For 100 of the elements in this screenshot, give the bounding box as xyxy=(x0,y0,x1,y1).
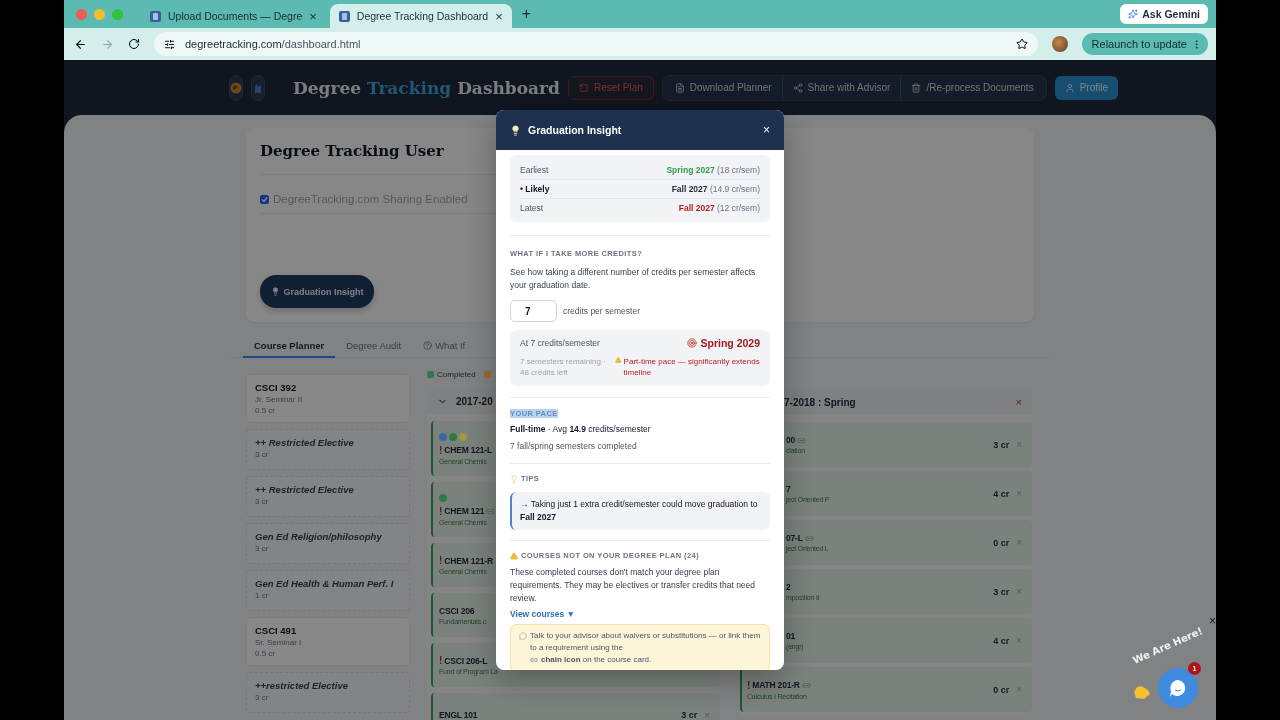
requirement-title: ++ Restricted Elective xyxy=(255,484,355,495)
semester-title: 2017-20 xyxy=(456,395,493,407)
warning-mark: ! xyxy=(439,655,443,666)
requirement-title: ++ Restricted Elective xyxy=(255,437,355,448)
toolbar-button[interactable]: Share with Advisor xyxy=(781,75,901,100)
tab[interactable]: Course Planner xyxy=(243,335,336,358)
toolbar-button[interactable]: Download Planner xyxy=(664,75,782,100)
app-title: Degree Tracking Dashboard xyxy=(293,77,560,98)
target-icon xyxy=(687,338,698,348)
course-code: CHEM 121 xyxy=(444,506,485,516)
trash-icon xyxy=(911,82,922,93)
estimate-label: Latest xyxy=(520,203,544,213)
profile-button[interactable]: Profile xyxy=(1054,75,1118,100)
course-code: CSCI 206-L xyxy=(444,655,488,666)
browser-tab[interactable]: Upload Documents — Degre × xyxy=(141,4,326,28)
forward-icon[interactable] xyxy=(101,37,114,51)
tab-title: Degree Tracking Dashboard xyxy=(356,10,489,22)
gemini-button[interactable]: Ask Gemini xyxy=(1120,4,1208,24)
close-tab-button[interactable]: × xyxy=(309,8,317,24)
close-tab-button[interactable]: × xyxy=(495,8,503,24)
course-code: MATH 201-R xyxy=(752,680,800,690)
graduation-insight-button[interactable]: Graduation Insight xyxy=(260,275,374,308)
estimate-value: Fall 2027 (12 cr/sem) xyxy=(678,203,760,213)
estimate-label: • Likely xyxy=(520,184,550,194)
estimate-label: Earliest xyxy=(520,164,549,175)
course-credits: 3 cr xyxy=(993,439,1010,450)
lightbulb-icon xyxy=(270,287,280,296)
view-courses-link[interactable]: View courses ▼ xyxy=(510,609,575,619)
lightbulb-icon xyxy=(510,474,518,483)
requirement-title: Gen Ed Health & Human Perf. I xyxy=(255,578,395,589)
document-icon xyxy=(674,82,685,93)
checkbox[interactable] xyxy=(260,194,269,204)
course-credits: 0 cr xyxy=(993,684,1010,695)
site-icon xyxy=(150,10,161,22)
site-icon xyxy=(338,10,350,22)
course-credits: 4 cr xyxy=(993,635,1010,646)
close-button[interactable]: × xyxy=(763,123,770,137)
warning-mark: ! xyxy=(439,555,443,566)
warning-icon xyxy=(615,356,622,364)
dialog-title: Graduation Insight xyxy=(528,124,622,136)
chat-icon xyxy=(1168,678,1188,698)
course-code: 7 xyxy=(786,484,791,494)
semester-title: 7-2018 : Spring xyxy=(784,396,856,408)
result-warning: Part-time pace — significantly extends timeline xyxy=(623,356,760,378)
requirement-title: Gen Ed Religion/philosophy xyxy=(255,531,383,542)
pace-summary: Full-time · Avg 14.9 credits/semester xyxy=(510,423,652,436)
warning-mark: ! xyxy=(439,505,443,517)
remove-button[interactable]: × xyxy=(1015,396,1022,408)
course-credits: 3 cr xyxy=(681,710,698,720)
star-icon[interactable] xyxy=(1015,38,1028,50)
reload-icon[interactable] xyxy=(128,38,140,50)
warning-icon xyxy=(510,551,518,560)
input-label: credits per semester xyxy=(563,306,640,316)
user-icon xyxy=(1064,82,1075,93)
course-credits: 0 cr xyxy=(993,537,1010,548)
address-field[interactable]: degreetracking.com/dashboard.html xyxy=(154,32,1038,56)
tab[interactable]: Degree Audit xyxy=(335,335,413,358)
course-code: CSCI 392 xyxy=(255,382,298,393)
course-code: 00 xyxy=(786,435,796,445)
result-details: 7 semesters remaining · 48 credits left xyxy=(520,356,607,378)
course-credits: 3 cr xyxy=(993,586,1010,597)
pace-detail: 7 fall/spring semesters completed xyxy=(510,440,638,453)
sparkle-icon xyxy=(1128,9,1139,19)
help-icon xyxy=(423,341,433,350)
speech-icon xyxy=(519,632,527,640)
browser-tab[interactable]: Degree Tracking Dashboard × xyxy=(329,4,512,28)
new-tab-button[interactable]: + xyxy=(521,5,532,23)
course-code: 07-L xyxy=(786,533,803,543)
close-button[interactable]: × xyxy=(1209,614,1216,628)
course-credits: 0.5 cr xyxy=(255,406,276,415)
logo-tile[interactable] xyxy=(251,74,265,101)
avatar[interactable] xyxy=(1051,36,1068,52)
tip-text: → Taking just 1 extra credit/semester could move graduation to Fall 2027 xyxy=(520,498,759,524)
section-text: These completed courses don't match your degree plan requirements. They may be electives or transfer credits that need review. xyxy=(510,566,757,605)
lightbulb-icon xyxy=(510,124,521,136)
course-code: CSCI 491 xyxy=(255,625,298,636)
toolbar-button[interactable]: /Re-process Documents xyxy=(900,75,1044,100)
relaunch-button[interactable]: Relaunch to update xyxy=(1081,33,1208,55)
course-code: CHEM 121-L xyxy=(444,445,492,455)
url-text: degreetracking.com/dashboard.html xyxy=(185,38,361,50)
share-icon xyxy=(792,82,803,93)
warning-mark: ! xyxy=(747,679,751,691)
waving-hand-icon xyxy=(1132,684,1152,700)
back-icon[interactable] xyxy=(74,37,87,51)
credits-input[interactable]: 7 xyxy=(510,300,557,322)
link-icon xyxy=(530,656,538,664)
course-credits: 4 cr xyxy=(993,488,1010,499)
course-code: CHEM 121-R xyxy=(444,555,493,566)
result-date: Spring 2029 xyxy=(700,337,760,349)
course-code: 01 xyxy=(786,631,796,641)
estimate-value: Spring 2027 (18 cr/sem) xyxy=(666,164,760,175)
logo-tile[interactable] xyxy=(229,74,243,101)
section-text: See how taking a different number of credits per semester affects your graduation date. xyxy=(510,266,757,292)
tab-title: Upload Documents — Degre xyxy=(168,10,303,22)
site-settings-icon[interactable] xyxy=(164,38,175,50)
course-credits: 0.5 cr xyxy=(255,649,276,658)
tab[interactable]: What If xyxy=(412,335,477,358)
requirement-title: ++restricted Elective xyxy=(255,680,349,691)
legend-label: Completed xyxy=(437,370,476,379)
note-text: chain icon on the course card. xyxy=(541,654,652,666)
